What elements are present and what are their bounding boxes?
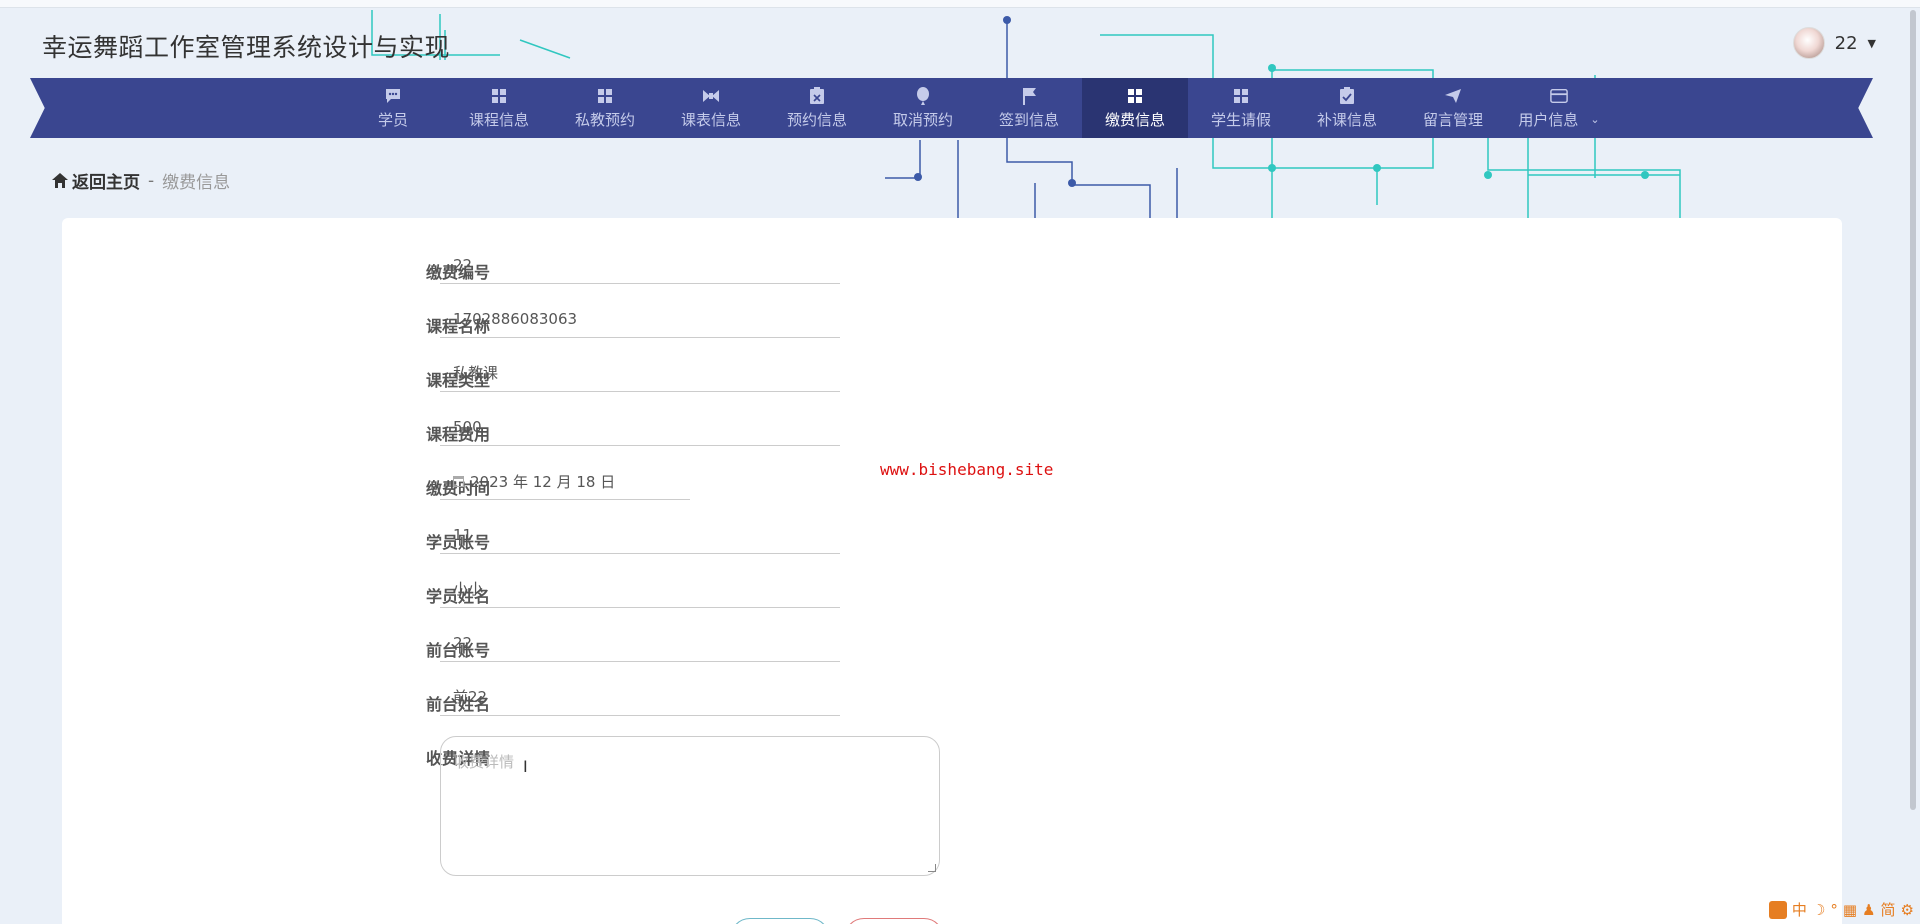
nav-item-courses[interactable]: 课程信息 xyxy=(446,78,552,138)
nav-item-messages[interactable]: 留言管理 xyxy=(1400,78,1506,138)
grid-icon xyxy=(596,87,614,105)
nav-item-payments[interactable]: 缴费信息 xyxy=(1082,78,1188,138)
calendar-icon xyxy=(453,476,464,487)
nav-label: 补课信息 xyxy=(1316,110,1377,129)
grid-icon xyxy=(1232,87,1250,105)
student-account-field[interactable]: 11 xyxy=(440,518,840,554)
text-cursor-icon: I xyxy=(523,757,528,776)
course-fee-field[interactable]: 500 xyxy=(440,410,840,446)
reception-name-field[interactable]: 前22 xyxy=(440,680,840,716)
nav-item-bookings[interactable]: 预约信息 xyxy=(764,78,870,138)
ime-mode[interactable]: 中 xyxy=(1792,899,1807,920)
resize-handle[interactable] xyxy=(928,864,936,872)
nav-label: 课表信息 xyxy=(680,110,741,129)
fee-details-textarea[interactable]: 收费详情 I xyxy=(440,736,940,876)
top-border xyxy=(0,0,1920,8)
payment-date-value: 2023 年 12 月 18 日 xyxy=(470,472,616,491)
keyboard-icon: ▦ xyxy=(1842,900,1858,919)
nav-label: 学生请假 xyxy=(1210,110,1271,129)
payment-id-field[interactable]: 22 xyxy=(440,248,840,284)
main-nav: 学员 课程信息 私教预约 课表信息 预约信息 取消预约 签到信息 缴费信息 学生… xyxy=(30,78,1873,138)
clipboard-check-icon xyxy=(1338,86,1356,105)
balloon-icon xyxy=(914,86,932,105)
form-panel: 缴费编号 22 课程名称 1702886083063 课程类型 私教课 课程费用… xyxy=(62,218,1842,924)
card-icon xyxy=(1550,87,1568,105)
nav-label: 取消预约 xyxy=(892,110,953,129)
send-icon xyxy=(1444,87,1462,105)
app-title: 幸运舞蹈工作室管理系统设计与实现 xyxy=(42,33,451,62)
breadcrumb-separator: - xyxy=(148,170,155,191)
bowtie-icon xyxy=(702,87,720,105)
avatar xyxy=(1792,27,1825,59)
grid-icon xyxy=(1126,87,1144,105)
user-menu[interactable]: 22 ▼ xyxy=(1792,26,1876,60)
cancel-button[interactable] xyxy=(844,918,944,924)
nav-item-schedule[interactable]: 课表信息 xyxy=(658,78,764,138)
punctuation-icon: ° xyxy=(1830,900,1838,919)
nav-label: 缴费信息 xyxy=(1104,110,1165,129)
nav-item-makeup[interactable]: 补课信息 xyxy=(1294,78,1400,138)
home-icon xyxy=(52,173,68,188)
chevron-down-icon: ⌄ xyxy=(1590,112,1600,126)
scrollbar-thumb[interactable] xyxy=(1910,10,1916,810)
nav-label: 学员 xyxy=(377,110,408,129)
ime-toolbar[interactable]: 中 ☽ ° ▦ ♟ 简 ⚙ xyxy=(1768,899,1914,920)
clipboard-x-icon xyxy=(808,86,826,105)
nav-item-user-info[interactable]: 用户信息 ⌄ xyxy=(1506,78,1612,138)
nav-label: 签到信息 xyxy=(998,110,1059,129)
nav-item-leave[interactable]: 学生请假 xyxy=(1188,78,1294,138)
chat-icon xyxy=(384,87,402,105)
payment-date-field[interactable]: 2023 年 12 月 18 日 xyxy=(440,464,690,500)
home-link[interactable]: 返回主页 xyxy=(52,168,140,193)
fee-details-placeholder: 收费详情 xyxy=(454,753,515,771)
user-name: 22 xyxy=(1834,32,1858,54)
home-link-label: 返回主页 xyxy=(72,173,140,193)
reception-account-field[interactable]: 22 xyxy=(440,626,840,662)
ime-charset[interactable]: 简 xyxy=(1881,899,1896,920)
nav-label: 用户信息 xyxy=(1518,110,1579,129)
page-scrollbar[interactable] xyxy=(1908,0,1918,810)
nav-label: 私教预约 xyxy=(574,110,635,129)
grid-icon xyxy=(490,87,508,105)
flag-icon xyxy=(1020,87,1038,105)
moon-icon: ☽ xyxy=(1811,900,1826,919)
settings-icon: ⚙ xyxy=(1900,900,1914,919)
nav-label: 预约信息 xyxy=(786,110,847,129)
student-name-field[interactable]: 小小 xyxy=(440,572,840,608)
course-type-field[interactable]: 私教课 xyxy=(440,356,840,392)
person-icon: ♟ xyxy=(1862,900,1876,919)
breadcrumb: 返回主页 - 缴费信息 xyxy=(52,168,230,193)
nav-item-students[interactable]: 学员 xyxy=(340,78,446,138)
breadcrumb-current: 缴费信息 xyxy=(162,173,231,193)
submit-button[interactable] xyxy=(730,918,830,924)
nav-item-cancel-booking[interactable]: 取消预约 xyxy=(870,78,976,138)
nav-item-checkin[interactable]: 签到信息 xyxy=(976,78,1082,138)
nav-label: 课程信息 xyxy=(468,110,529,129)
watermark: www.bishebang.site xyxy=(880,460,1054,479)
caret-down-icon: ▼ xyxy=(1867,36,1876,50)
course-name-field[interactable]: 1702886083063 xyxy=(440,302,840,338)
nav-label: 留言管理 xyxy=(1422,110,1483,129)
nav-item-private-booking[interactable]: 私教预约 xyxy=(552,78,658,138)
ime-logo-icon xyxy=(1768,900,1787,919)
